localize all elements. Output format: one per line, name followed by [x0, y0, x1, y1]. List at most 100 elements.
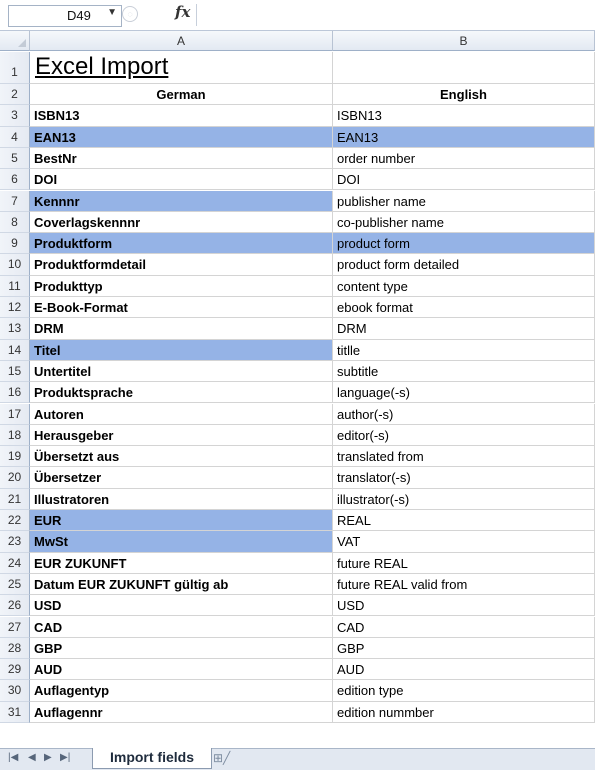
row-header[interactable]: 7 — [0, 190, 30, 212]
cell-b[interactable]: product form detailed — [333, 254, 595, 276]
cell-a[interactable]: Übersetzer — [30, 467, 333, 489]
cell-b[interactable]: EAN13 — [333, 126, 595, 148]
insert-sheet-icon[interactable]: ⊞╱ — [213, 751, 239, 767]
row-header[interactable]: 5 — [0, 147, 30, 170]
cell-a[interactable]: Kennnr — [30, 190, 333, 212]
row-header[interactable]: 10 — [0, 254, 30, 276]
cell-b[interactable]: co-publisher name — [333, 211, 595, 234]
cell-b[interactable]: editor(-s) — [333, 424, 595, 447]
row-header[interactable]: 19 — [0, 446, 30, 468]
row-header[interactable]: 21 — [0, 488, 30, 510]
cell-a[interactable]: Übersetzt aus — [30, 446, 333, 468]
cell-a[interactable]: CAD — [30, 616, 333, 638]
next-sheet-icon[interactable]: ▶ — [44, 752, 52, 763]
cell-a[interactable]: Produkttyp — [30, 275, 333, 297]
cell-a[interactable]: EAN13 — [30, 126, 333, 148]
cell-a[interactable]: Autoren — [30, 403, 333, 425]
cell-a[interactable]: Auflagentyp — [30, 680, 333, 702]
cell-a[interactable]: Produktsprache — [30, 382, 333, 404]
cell-a[interactable]: Excel Import — [30, 52, 333, 84]
cell-b[interactable]: DRM — [333, 318, 595, 340]
row-header[interactable]: 24 — [0, 552, 30, 574]
cell-a[interactable]: Auflagennr — [30, 701, 333, 723]
cell-b[interactable]: DOI — [333, 169, 595, 191]
cell-b[interactable]: illustrator(-s) — [333, 488, 595, 510]
row-header[interactable]: 1 — [0, 52, 30, 84]
row-header[interactable]: 26 — [0, 595, 30, 617]
row-header[interactable]: 12 — [0, 297, 30, 319]
cell-b[interactable]: author(-s) — [333, 403, 595, 425]
name-box[interactable]: D49 ▼ — [8, 5, 122, 27]
row-header[interactable]: 8 — [0, 211, 30, 234]
cell-b[interactable]: language(-s) — [333, 382, 595, 404]
cell-b[interactable]: GBP — [333, 637, 595, 660]
cell-b[interactable]: USD — [333, 595, 595, 617]
cancel-icon[interactable]: ◌ — [122, 6, 138, 22]
cell-a[interactable]: E-Book-Format — [30, 297, 333, 319]
cell-b[interactable]: edition type — [333, 680, 595, 702]
cell-a[interactable]: DRM — [30, 318, 333, 340]
cell-a[interactable]: German — [30, 84, 333, 106]
cell-b[interactable]: publisher name — [333, 190, 595, 212]
cell-a[interactable]: Illustratoren — [30, 488, 333, 510]
prev-sheet-icon[interactable]: ◀ — [28, 752, 36, 763]
row-header[interactable]: 14 — [0, 339, 30, 361]
row-header[interactable]: 29 — [0, 659, 30, 681]
cell-b[interactable]: subtitle — [333, 360, 595, 383]
cell-a[interactable]: Datum EUR ZUKUNFT gültig ab — [30, 573, 333, 596]
cell-a[interactable]: BestNr — [30, 147, 333, 170]
cell-a[interactable]: EUR ZUKUNFT — [30, 552, 333, 574]
cell-a[interactable]: MwSt — [30, 531, 333, 553]
cell-a[interactable]: GBP — [30, 637, 333, 660]
cell-a[interactable]: ISBN13 — [30, 105, 333, 127]
cell-b[interactable]: edition nummber — [333, 701, 595, 723]
cell-a[interactable]: Produktformdetail — [30, 254, 333, 276]
row-header[interactable]: 22 — [0, 510, 30, 532]
cell-a[interactable]: Coverlagskennnr — [30, 211, 333, 234]
cell-a[interactable]: AUD — [30, 659, 333, 681]
row-header[interactable]: 4 — [0, 126, 30, 148]
row-header[interactable]: 20 — [0, 467, 30, 489]
row-header[interactable]: 18 — [0, 424, 30, 447]
cell-b[interactable]: product form — [333, 233, 595, 255]
row-header[interactable]: 28 — [0, 637, 30, 660]
column-header-a[interactable]: A — [30, 31, 333, 51]
row-header[interactable]: 9 — [0, 233, 30, 255]
row-header[interactable]: 23 — [0, 531, 30, 553]
first-sheet-icon[interactable]: |◀ — [8, 752, 18, 763]
cell-b[interactable]: ISBN13 — [333, 105, 595, 127]
function-icon[interactable]: fx — [175, 3, 190, 21]
row-header[interactable]: 27 — [0, 616, 30, 638]
row-header[interactable]: 11 — [0, 275, 30, 297]
cell-a[interactable]: DOI — [30, 169, 333, 191]
row-header[interactable]: 3 — [0, 105, 30, 127]
row-header[interactable]: 16 — [0, 382, 30, 404]
cell-b[interactable]: AUD — [333, 659, 595, 681]
row-header[interactable]: 17 — [0, 403, 30, 425]
cell-b[interactable]: titlle — [333, 339, 595, 361]
row-header[interactable]: 15 — [0, 360, 30, 383]
cell-b[interactable]: English — [333, 84, 595, 106]
cell-a[interactable]: Untertitel — [30, 360, 333, 383]
cell-b[interactable]: order number — [333, 147, 595, 170]
cell-b[interactable]: content type — [333, 275, 595, 297]
cell-b[interactable] — [333, 52, 595, 84]
cell-a[interactable]: Produktform — [30, 233, 333, 255]
chevron-down-icon[interactable]: ▼ — [107, 7, 117, 18]
cell-b[interactable]: translator(-s) — [333, 467, 595, 489]
cell-b[interactable]: translated from — [333, 446, 595, 468]
last-sheet-icon[interactable]: ▶| — [60, 752, 70, 763]
cell-a[interactable]: Herausgeber — [30, 424, 333, 447]
cell-a[interactable]: USD — [30, 595, 333, 617]
row-header[interactable]: 31 — [0, 701, 30, 723]
cell-b[interactable]: REAL — [333, 510, 595, 532]
sheet-tab-import-fields[interactable]: Import fields — [92, 748, 212, 769]
row-header[interactable]: 25 — [0, 573, 30, 596]
row-header[interactable]: 13 — [0, 318, 30, 340]
cell-a[interactable]: Titel — [30, 339, 333, 361]
select-all-corner[interactable] — [0, 31, 30, 51]
formula-input[interactable] — [197, 4, 595, 26]
cell-b[interactable]: future REAL valid from — [333, 573, 595, 596]
column-header-b[interactable]: B — [333, 31, 595, 51]
cell-b[interactable]: CAD — [333, 616, 595, 638]
